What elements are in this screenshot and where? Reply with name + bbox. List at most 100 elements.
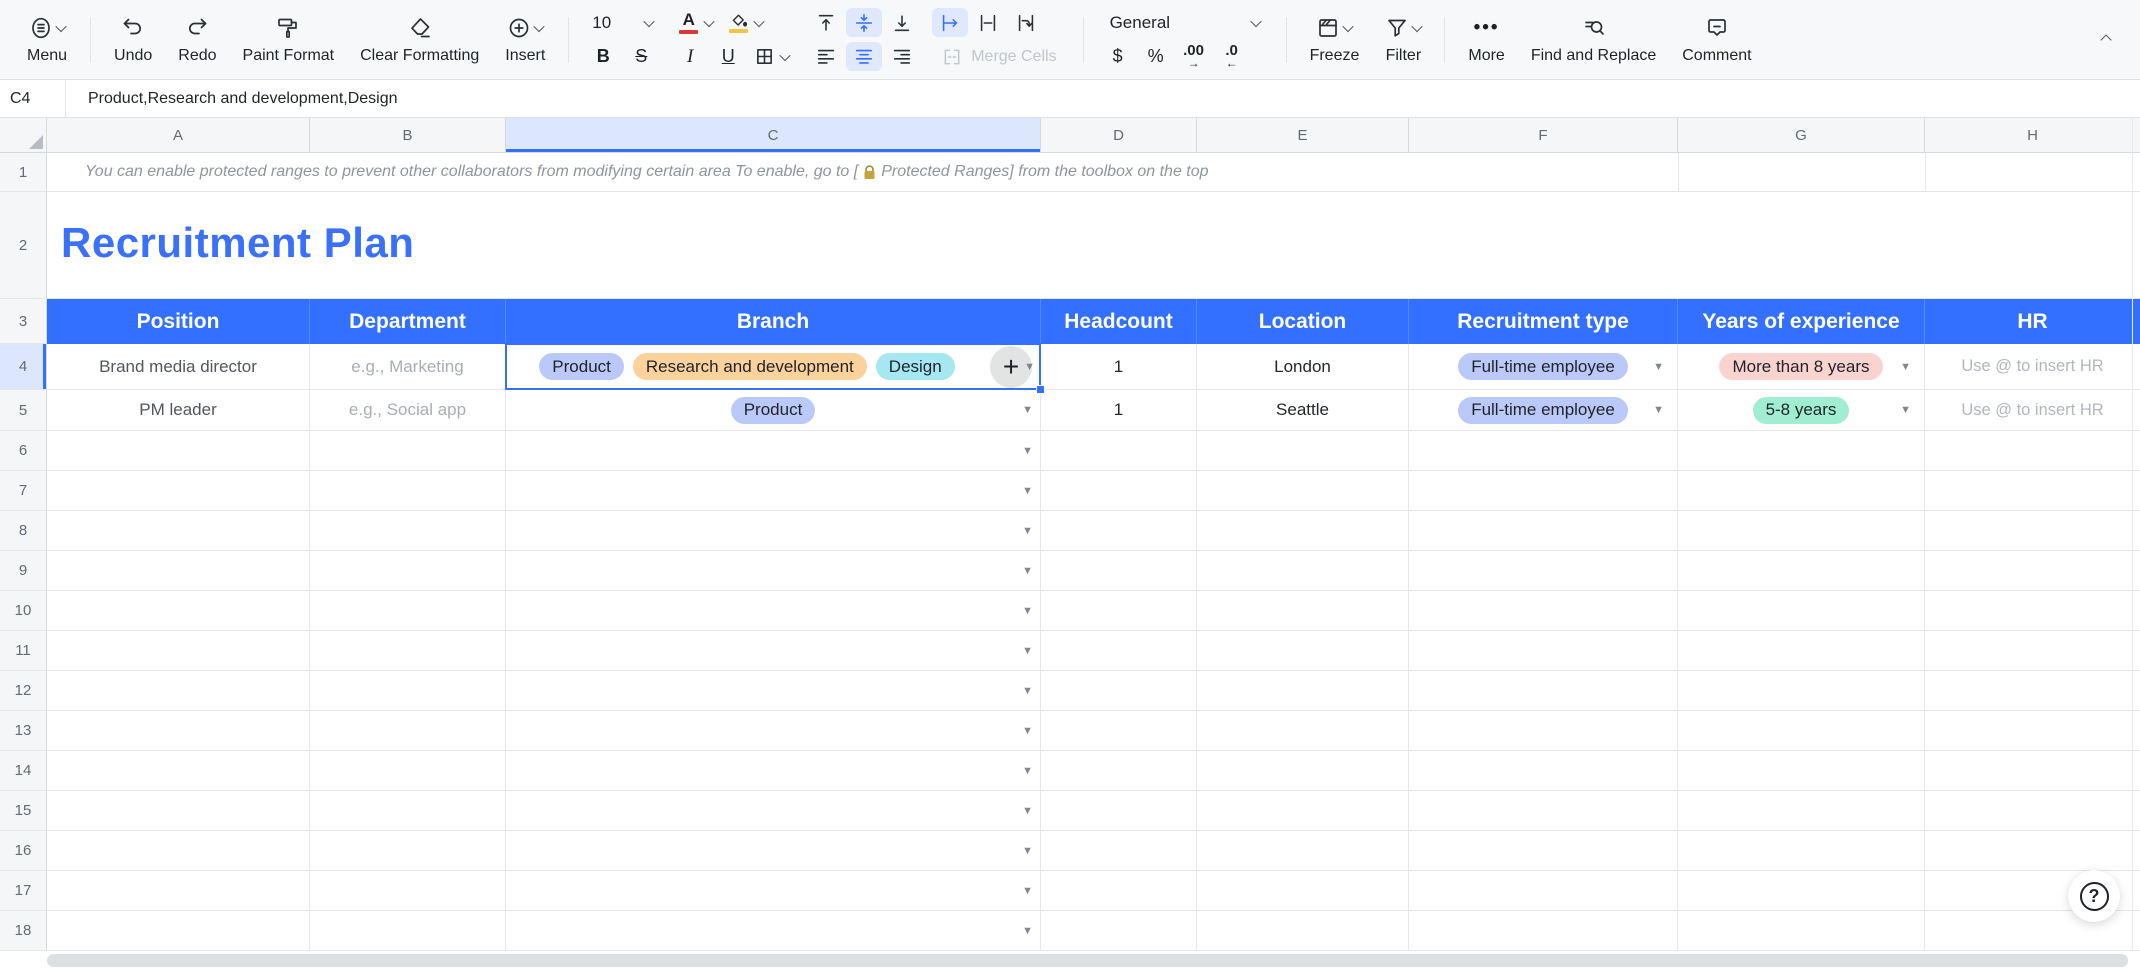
select-all-corner[interactable] <box>0 118 47 152</box>
cell[interactable] <box>47 751 310 791</box>
undo-button[interactable]: Undo <box>101 4 165 76</box>
paint-format-button[interactable]: Paint Format <box>230 4 348 76</box>
chevron-down-icon[interactable]: ▼ <box>1022 685 1033 697</box>
cell[interactable] <box>1925 591 2140 631</box>
cell[interactable] <box>47 591 310 631</box>
cell-branch[interactable]: ▼ <box>506 511 1041 551</box>
tag-more-than-8-years[interactable]: More than 8 years <box>1719 353 1882 380</box>
valign-middle-button[interactable] <box>846 8 882 37</box>
cell[interactable] <box>1925 511 2140 551</box>
horizontal-scrollbar-thumb[interactable] <box>47 954 2128 967</box>
table-header-department[interactable]: Department <box>310 299 506 344</box>
cell[interactable] <box>310 911 506 951</box>
cell-branch[interactable]: ▼ <box>506 431 1041 471</box>
cell-branch[interactable]: ▼ <box>506 711 1041 751</box>
cell[interactable] <box>1409 431 1678 471</box>
cell[interactable] <box>1197 911 1409 951</box>
row-header[interactable]: 17 <box>0 871 47 911</box>
cell-branch[interactable]: ▼ <box>506 911 1041 951</box>
cell[interactable] <box>47 431 310 471</box>
cell[interactable] <box>310 671 506 711</box>
row-header[interactable]: 5 <box>0 390 47 431</box>
cell[interactable] <box>1041 751 1197 791</box>
chevron-down-icon[interactable]: ▼ <box>1022 645 1033 657</box>
cell[interactable] <box>1041 511 1197 551</box>
cell[interactable] <box>1678 911 1925 951</box>
cell[interactable] <box>1678 631 1925 671</box>
cell[interactable] <box>1925 751 2140 791</box>
cell[interactable] <box>47 871 310 911</box>
italic-button[interactable]: I <box>672 42 708 71</box>
collapse-toolbar-button[interactable] <box>2086 36 2126 44</box>
cell[interactable] <box>1197 711 1409 751</box>
cell-branch[interactable]: ▼ <box>506 551 1041 591</box>
text-wrap-button[interactable] <box>970 8 1006 37</box>
cell[interactable] <box>1041 711 1197 751</box>
cell[interactable] <box>1678 551 1925 591</box>
cell-branch[interactable]: ▼ <box>506 751 1041 791</box>
cell[interactable] <box>47 831 310 871</box>
cell[interactable] <box>1197 831 1409 871</box>
cell[interactable] <box>1678 711 1925 751</box>
cell[interactable] <box>1409 551 1678 591</box>
cell[interactable] <box>310 751 506 791</box>
chevron-down-icon[interactable]: ▼ <box>1900 404 1911 416</box>
cell[interactable] <box>1041 551 1197 591</box>
cell-branch[interactable]: ▼ <box>506 671 1041 711</box>
cell[interactable] <box>1041 671 1197 711</box>
table-header-location[interactable]: Location <box>1197 299 1409 344</box>
merge-cells-button[interactable]: Merge Cells <box>932 42 1066 71</box>
cell[interactable] <box>1197 591 1409 631</box>
align-center-button[interactable] <box>846 42 882 71</box>
column-header-c[interactable]: C <box>506 118 1041 152</box>
row-header[interactable]: 8 <box>0 511 47 551</box>
cell[interactable] <box>1197 671 1409 711</box>
cell-position[interactable]: PM leader <box>47 390 310 431</box>
chevron-down-icon[interactable]: ▼ <box>1022 445 1033 457</box>
cell[interactable] <box>1409 631 1678 671</box>
redo-button[interactable]: Redo <box>165 4 229 76</box>
cell[interactable] <box>1197 631 1409 671</box>
cell[interactable] <box>47 631 310 671</box>
row-header[interactable]: 18 <box>0 911 47 951</box>
cell[interactable] <box>1197 511 1409 551</box>
row-header[interactable]: 3 <box>0 299 47 344</box>
cell-reference-box[interactable]: C4 <box>0 80 66 117</box>
bold-button[interactable]: B <box>585 42 621 71</box>
currency-button[interactable]: $ <box>1100 42 1136 71</box>
cell[interactable] <box>1041 831 1197 871</box>
cell[interactable] <box>1678 671 1925 711</box>
font-size-select[interactable]: 10 <box>585 8 660 37</box>
cell[interactable] <box>1409 871 1678 911</box>
chevron-down-icon[interactable]: ▼ <box>1022 525 1033 537</box>
column-header-b[interactable]: B <box>310 118 506 152</box>
notice-cell[interactable]: You can enable protected ranges to preve… <box>47 153 2140 192</box>
comment-button[interactable]: Comment <box>1669 4 1764 76</box>
table-header-years[interactable]: Years of experience <box>1678 299 1925 344</box>
chevron-down-icon[interactable]: ▼ <box>1022 404 1033 416</box>
cell[interactable] <box>1925 471 2140 511</box>
cell[interactable] <box>1925 711 2140 751</box>
cell[interactable] <box>47 551 310 591</box>
cell[interactable] <box>1041 871 1197 911</box>
cell-branch[interactable]: ▼ <box>506 631 1041 671</box>
cell-years-experience[interactable]: 5-8 years▼ <box>1678 390 1925 431</box>
underline-button[interactable]: U <box>710 42 746 71</box>
cell[interactable] <box>47 511 310 551</box>
cell[interactable] <box>310 591 506 631</box>
cell[interactable] <box>1409 471 1678 511</box>
cell[interactable] <box>1678 511 1925 551</box>
chevron-down-icon[interactable]: ▼ <box>1022 805 1033 817</box>
strikethrough-button[interactable]: S <box>623 42 659 71</box>
cell-hr[interactable]: Use @ to insert HR <box>1925 390 2140 431</box>
column-header-f[interactable]: F <box>1409 118 1678 152</box>
cell[interactable] <box>310 511 506 551</box>
number-format-select[interactable]: General <box>1100 8 1270 37</box>
text-clip-button[interactable] <box>1008 8 1044 37</box>
cell-location[interactable]: Seattle <box>1197 390 1409 431</box>
text-color-button[interactable]: A <box>672 8 720 37</box>
cell[interactable] <box>1678 791 1925 831</box>
chevron-down-icon[interactable]: ▼ <box>1022 925 1033 937</box>
cell[interactable] <box>310 871 506 911</box>
cell[interactable] <box>1925 631 2140 671</box>
